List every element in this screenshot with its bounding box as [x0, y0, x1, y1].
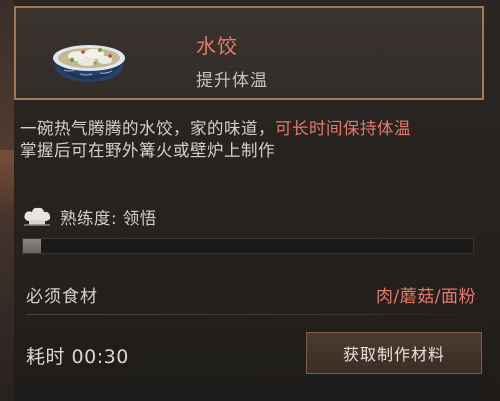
- recipe-header-card: 水饺 提升体温: [14, 6, 484, 100]
- proficiency-row: 熟练度: 领悟: [22, 205, 157, 229]
- section-divider: [26, 314, 486, 315]
- ingredients-label: 必须食材: [26, 287, 98, 307]
- description-text: 一碗热气腾腾的水饺，家的味道，: [20, 119, 275, 138]
- proficiency-bar-fill: [23, 239, 41, 253]
- crafting-section: 必须食材 肉/蘑菇/面粉 耗时 00:30 获取制作材料: [14, 270, 494, 401]
- dumpling-bowl-icon: [53, 45, 125, 82]
- proficiency-label: 熟练度: 领悟: [60, 209, 157, 228]
- chef-hat-icon: [24, 207, 51, 226]
- background-light: [0, 150, 14, 210]
- item-name: 水饺: [196, 34, 238, 58]
- description-unlock-text: 掌握后可在野外篝火或壁炉上制作: [20, 141, 275, 160]
- description-highlight: 可长时间保持体温: [275, 119, 411, 138]
- get-materials-button[interactable]: 获取制作材料: [306, 332, 482, 374]
- proficiency-bar: [22, 238, 474, 254]
- ingredients-list: 肉/蘑菇/面粉: [376, 287, 476, 307]
- craft-time: 耗时 00:30: [26, 346, 129, 368]
- item-description: 一碗热气腾腾的水饺，家的味道，可长时间保持体温 掌握后可在野外篝火或壁炉上制作: [20, 118, 485, 162]
- recipe-panel: 水饺 提升体温 一碗热气腾腾的水饺，家的味道，可长时间保持体温 掌握后可在野外篝…: [0, 0, 500, 401]
- item-effect: 提升体温: [196, 71, 268, 91]
